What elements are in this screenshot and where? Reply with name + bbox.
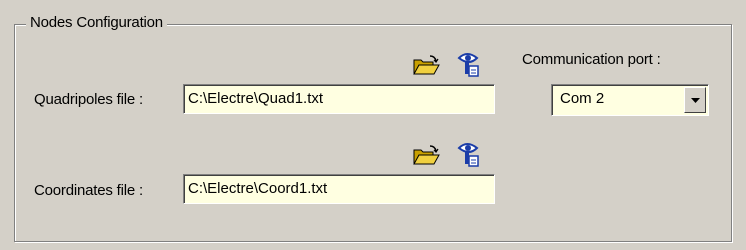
coordinates-file-label: Coordinates file :	[34, 182, 143, 199]
groupbox-title: Nodes Configuration	[26, 14, 167, 31]
quadripoles-file-input[interactable]: C:\Electre\Quad1.txt	[183, 84, 495, 114]
chevron-down-icon	[691, 98, 700, 103]
folder-open-icon[interactable]	[412, 144, 440, 170]
quadripoles-file-label: Quadripoles file :	[34, 91, 143, 108]
communication-port-value: Com 2	[560, 90, 605, 107]
dropdown-button[interactable]	[684, 87, 706, 113]
coordinates-file-input[interactable]: C:\Electre\Coord1.txt	[183, 174, 495, 204]
communication-port-select[interactable]: Com 2	[551, 84, 709, 116]
view-file-icon[interactable]	[457, 140, 481, 172]
view-file-icon[interactable]	[457, 50, 481, 82]
communication-port-label: Communication port :	[522, 51, 661, 68]
folder-open-icon[interactable]	[412, 54, 440, 80]
